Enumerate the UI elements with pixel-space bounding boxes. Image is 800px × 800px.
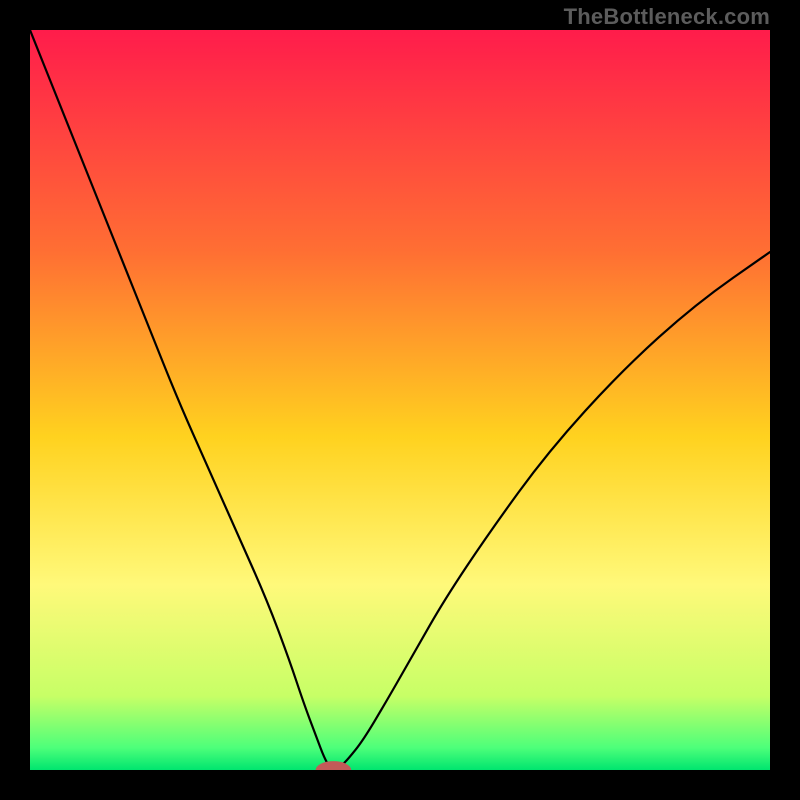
plot-area — [30, 30, 770, 770]
watermark-text: TheBottleneck.com — [564, 4, 770, 30]
gradient-background — [30, 30, 770, 770]
outer-frame: TheBottleneck.com — [0, 0, 800, 800]
bottleneck-chart — [30, 30, 770, 770]
